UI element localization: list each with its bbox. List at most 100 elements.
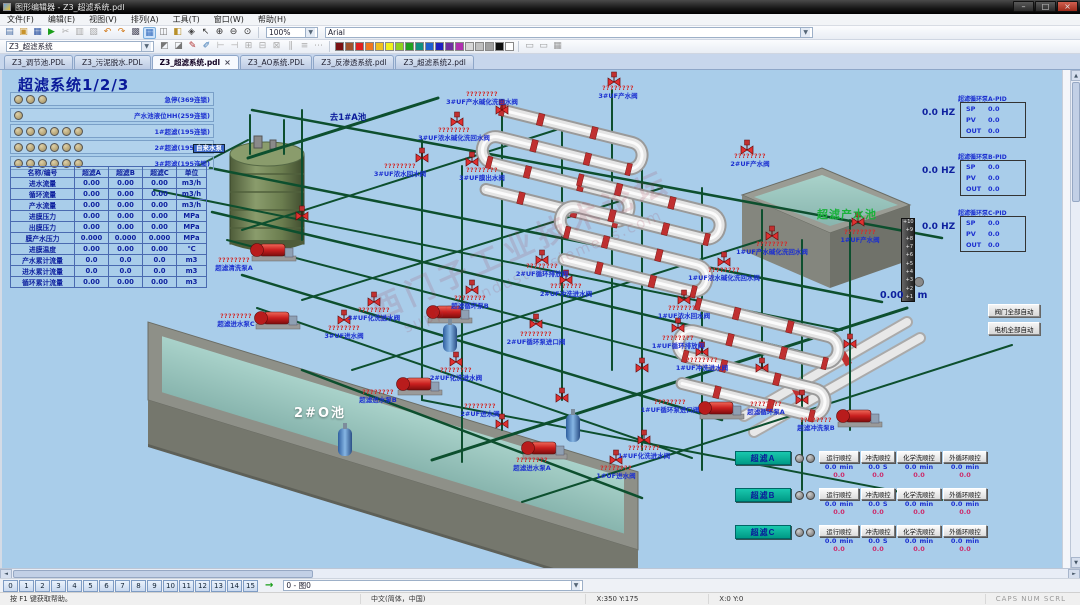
color-swatch[interactable] xyxy=(385,42,394,51)
zoom-out-icon[interactable]: ⊖ xyxy=(227,27,240,39)
new-icon[interactable]: ▤ xyxy=(3,27,16,39)
pointer-icon[interactable]: ↖ xyxy=(199,27,212,39)
uf-a-button[interactable]: 超滤A xyxy=(735,451,791,465)
horizontal-scrollbar[interactable]: ◄ ► xyxy=(0,568,1080,578)
color-swatch[interactable] xyxy=(445,42,454,51)
page-button[interactable]: 1 xyxy=(19,580,34,592)
document-tab[interactable]: Z3_超滤系统.pdl × xyxy=(152,55,239,69)
color-swatch[interactable] xyxy=(335,42,344,51)
document-tab[interactable]: Z3_污泥脱水.PDL xyxy=(74,55,151,69)
ungroup-icon[interactable]: ⊠ xyxy=(270,41,283,53)
sequence-button[interactable]: 外循环顺控 xyxy=(943,451,987,463)
line-width-icon[interactable]: ▭ xyxy=(537,41,550,53)
maximize-button[interactable]: □ xyxy=(1035,1,1056,12)
color-swatch[interactable] xyxy=(435,42,444,51)
menu-item[interactable]: 编辑(E) xyxy=(41,14,82,25)
color-swatch[interactable] xyxy=(425,42,434,51)
menu-item[interactable]: 排列(A) xyxy=(124,14,166,25)
order-icon[interactable]: ≡ xyxy=(298,41,311,53)
page-button[interactable]: 11 xyxy=(179,580,194,592)
page-select-combo[interactable]: 0 - 图0▼ xyxy=(283,580,583,591)
vscroll-thumb[interactable] xyxy=(1072,82,1080,202)
sequence-button[interactable]: 运行顺控 xyxy=(819,488,859,500)
auto-mode-button[interactable]: 阀门全部自动 xyxy=(988,304,1040,317)
zoom-level-combo[interactable]: 100%▼ xyxy=(266,27,318,38)
color-swatch[interactable] xyxy=(355,42,364,51)
align-grid-icon[interactable]: ⊞ xyxy=(242,41,255,53)
color-swatch[interactable] xyxy=(495,42,504,51)
auto-mode-button[interactable]: 电机全部自动 xyxy=(988,322,1040,335)
sequence-button[interactable]: 冲洗顺控 xyxy=(861,488,895,500)
page-button[interactable]: 15 xyxy=(243,580,258,592)
page-button[interactable]: 9 xyxy=(147,580,162,592)
chevron-down-icon[interactable]: ▼ xyxy=(800,28,810,37)
page-button[interactable]: 12 xyxy=(195,580,210,592)
color-swatch[interactable] xyxy=(345,42,354,51)
grid-icon[interactable]: ▦ xyxy=(143,27,156,39)
run-icon[interactable]: ▶ xyxy=(45,27,58,39)
color-swatch[interactable] xyxy=(405,42,414,51)
more-icon[interactable]: ⋯ xyxy=(312,41,325,53)
menu-item[interactable]: 窗口(W) xyxy=(207,14,251,25)
document-tab[interactable]: Z3_AO系统.PDL xyxy=(240,55,312,69)
page-button[interactable]: 5 xyxy=(83,580,98,592)
font-family-combo[interactable]: Arial▼ xyxy=(325,27,813,38)
document-tab[interactable]: Z3_调节池.PDL xyxy=(4,55,73,69)
paste-icon[interactable]: ▧ xyxy=(87,27,100,39)
open-icon[interactable]: ▣ xyxy=(17,27,30,39)
page-button[interactable]: 8 xyxy=(131,580,146,592)
group-icon[interactable]: ⊟ xyxy=(256,41,269,53)
layers-icon[interactable]: ◧ xyxy=(171,27,184,39)
menu-item[interactable]: 视图(V) xyxy=(82,14,124,25)
library-icon[interactable]: ◩ xyxy=(158,41,171,53)
color-swatch[interactable] xyxy=(395,42,404,51)
color-swatch[interactable] xyxy=(375,42,384,51)
sequence-button[interactable]: 冲洗顺控 xyxy=(861,451,895,463)
page-button[interactable]: 4 xyxy=(67,580,82,592)
save-icon[interactable]: ▦ xyxy=(31,27,44,39)
page-button[interactable]: 13 xyxy=(211,580,226,592)
line-style-icon[interactable]: ▭ xyxy=(523,41,536,53)
page-button[interactable]: 2 xyxy=(35,580,50,592)
uf-c-button[interactable]: 超滤C xyxy=(735,525,791,539)
pan-hand-icon[interactable]: ◈ xyxy=(185,27,198,39)
scroll-down-icon[interactable]: ▼ xyxy=(1071,557,1080,568)
pen-icon[interactable]: ✎ xyxy=(186,41,199,53)
fill-style-icon[interactable]: ▦ xyxy=(551,41,564,53)
hmi-canvas[interactable]: 西门子工业技术论坛 support.industry.siemens.com 超… xyxy=(2,70,1062,568)
scroll-up-icon[interactable]: ▲ xyxy=(1071,70,1080,81)
page-button[interactable]: 14 xyxy=(227,580,242,592)
undo-icon[interactable]: ↶ xyxy=(101,27,114,39)
pid-box[interactable]: SP 0.0 PV 0.0 OUT 0.0 xyxy=(960,216,1026,252)
document-tab[interactable]: Z3_反渗透系统.pdl xyxy=(313,55,394,69)
pid-box[interactable]: SP 0.0 PV 0.0 OUT 0.0 xyxy=(960,160,1026,196)
pid-box[interactable]: SP 0.0 PV 0.0 OUT 0.0 xyxy=(960,102,1026,138)
page-button[interactable]: 7 xyxy=(115,580,130,592)
page-button[interactable]: 10 xyxy=(163,580,178,592)
sequence-button[interactable]: 运行顺控 xyxy=(819,525,859,537)
color-swatch[interactable] xyxy=(505,42,514,51)
sequence-button[interactable]: 冲洗顺控 xyxy=(861,525,895,537)
color-swatch[interactable] xyxy=(475,42,484,51)
page-button[interactable]: 3 xyxy=(51,580,66,592)
color-swatch[interactable] xyxy=(485,42,494,51)
align-right-icon[interactable]: ⊣ xyxy=(228,41,241,53)
layout-icon[interactable]: ◫ xyxy=(157,27,170,39)
copy-icon[interactable]: ▥ xyxy=(73,27,86,39)
uf-b-button[interactable]: 超滤B xyxy=(735,488,791,502)
menu-item[interactable]: 文件(F) xyxy=(0,14,41,25)
distribute-icon[interactable]: ∥ xyxy=(284,41,297,53)
fill-pen-icon[interactable]: ✐ xyxy=(200,41,213,53)
page-button[interactable]: 6 xyxy=(99,580,114,592)
menu-item[interactable]: 工具(T) xyxy=(166,14,207,25)
sequence-button[interactable]: 化学洗顺控 xyxy=(897,525,941,537)
chevron-down-icon[interactable]: ▼ xyxy=(305,28,315,37)
zoom-region-icon[interactable]: ⊙ xyxy=(241,27,254,39)
color-swatch[interactable] xyxy=(465,42,474,51)
vertical-scrollbar[interactable]: ▲ ▼ xyxy=(1070,70,1080,568)
zoom-in-icon[interactable]: ⊕ xyxy=(213,27,226,39)
object-icon[interactable]: ◪ xyxy=(172,41,185,53)
sequence-button[interactable]: 运行顺控 xyxy=(819,451,859,463)
sequence-button[interactable]: 化学洗顺控 xyxy=(897,451,941,463)
menu-item[interactable]: 帮助(H) xyxy=(251,14,293,25)
